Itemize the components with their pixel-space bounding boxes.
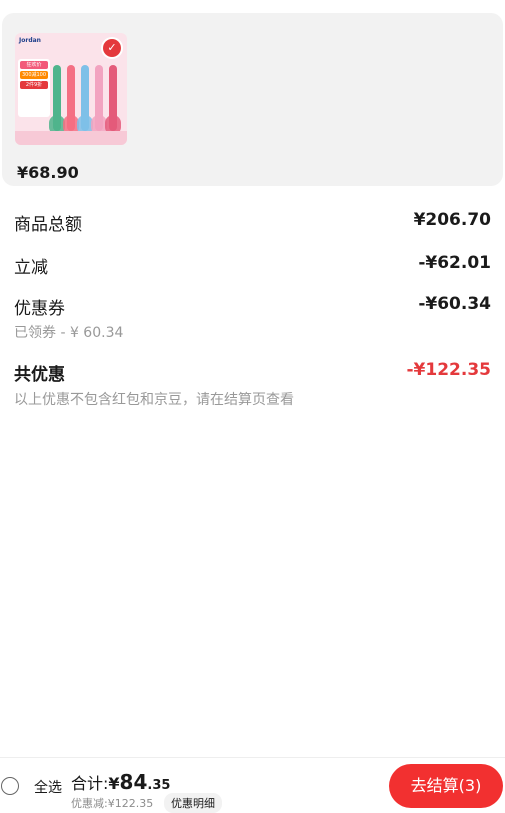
select-all-label[interactable]: 全选 — [34, 777, 62, 797]
thumb-promo-2: 300减100 — [20, 71, 48, 79]
toothbrush-graphic — [77, 65, 93, 135]
discount-note: 以上优惠不包含红包和京豆，请在结算页查看 — [14, 392, 294, 408]
toothbrush-graphic — [105, 65, 121, 135]
coupon-value: -¥60.34 — [418, 294, 491, 314]
thumb-bottom-band — [15, 131, 127, 145]
instant-cut-label: 立减 — [14, 258, 48, 278]
toothbrush-graphic — [91, 65, 107, 135]
toothbrush-graphic — [49, 65, 65, 135]
checkout-button[interactable]: 去结算(3) — [389, 764, 503, 808]
discount-amount-line: 优惠减:¥122.35 — [71, 797, 154, 810]
select-all-radio[interactable] — [1, 777, 19, 795]
coupon-label: 优惠券 — [14, 299, 65, 319]
coupon-sub-text: 已领券 - ¥ 60.34 — [14, 325, 124, 341]
thumb-promo-3: 2件9折 — [20, 81, 48, 89]
thumb-brand: Jordan — [19, 37, 41, 44]
product-thumbnail[interactable]: Jordan ✓ 狂欢价 300减100 2件9折 — [15, 33, 127, 145]
total-integer: 84 — [119, 770, 148, 794]
instant-cut-value: -¥62.01 — [418, 253, 491, 273]
thumb-promo-1: 狂欢价 — [20, 61, 48, 69]
product-card[interactable]: Jordan ✓ 狂欢价 300减100 2件9折 ¥68.90 — [2, 13, 503, 186]
total-decimal: .35 — [147, 778, 171, 793]
total-discount-value: -¥122.35 — [406, 360, 492, 380]
total-amount: 合计:¥84.35 — [71, 770, 170, 794]
thumb-promo-panel: 狂欢价 300减100 2件9折 — [18, 59, 50, 117]
product-price: ¥68.90 — [17, 163, 79, 182]
goods-total-label: 商品总额 — [14, 215, 82, 235]
toothbrush-graphic — [63, 65, 79, 135]
selected-check-icon[interactable]: ✓ — [103, 39, 121, 57]
total-label: 合计: — [71, 774, 109, 793]
bottom-checkout-bar: 全选 合计:¥84.35 优惠减:¥122.35 优惠明细 去结算(3) — [0, 757, 505, 813]
discount-detail-link[interactable]: 优惠明细 — [164, 793, 222, 813]
total-currency: ¥ — [108, 774, 120, 793]
goods-total-value: ¥206.70 — [413, 210, 491, 230]
total-discount-label: 共优惠 — [14, 365, 65, 385]
